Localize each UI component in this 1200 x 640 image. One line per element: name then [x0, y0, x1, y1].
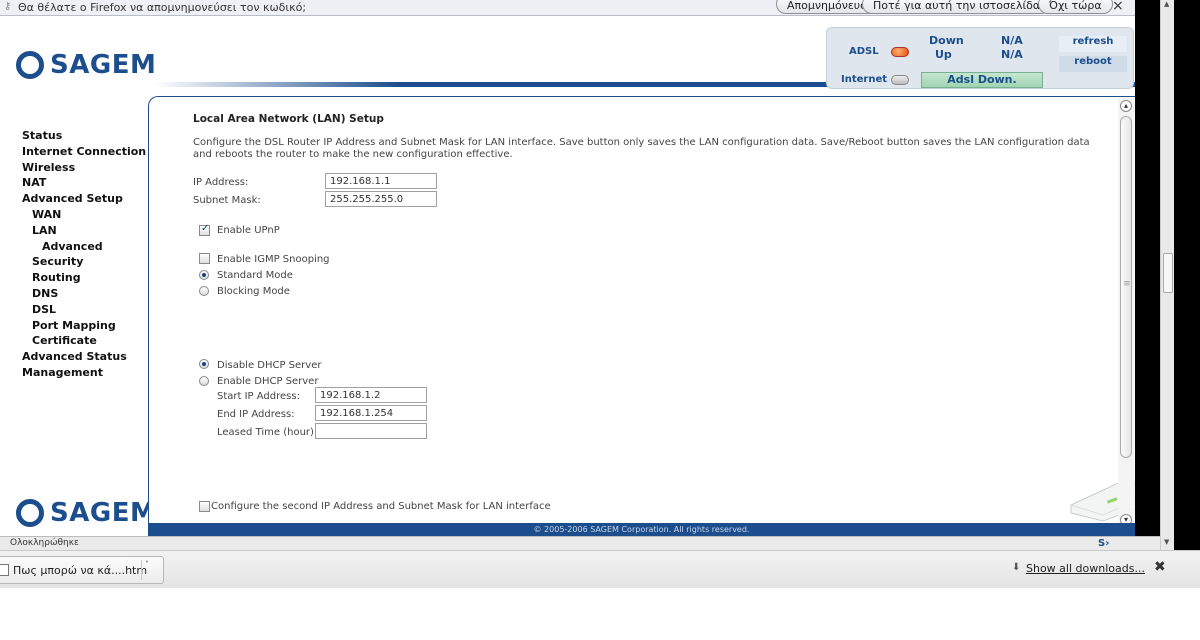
nav-item-security[interactable]: Security — [22, 254, 152, 270]
status-text: Ολοκληρώθηκε — [10, 538, 79, 548]
sagem-logo-bottom: SAGEM — [16, 498, 156, 528]
chevron-down-icon[interactable]: ˅ — [145, 560, 149, 569]
not-now-button[interactable]: Όχι τώρα — [1038, 0, 1113, 14]
nav-item-lan[interactable]: LAN — [22, 223, 152, 239]
standard-mode-radio[interactable] — [199, 270, 209, 280]
down-label: Down — [929, 34, 964, 47]
nav-item-routing[interactable]: Routing — [22, 270, 152, 286]
down-value: N/A — [1001, 34, 1023, 47]
download-arrow-icon: ⬇ — [1012, 562, 1021, 573]
adsl-label: ADSL — [849, 46, 879, 57]
show-all-downloads-link[interactable]: Show all downloads... — [1026, 562, 1145, 575]
sagem-logo-mark-icon — [16, 51, 44, 79]
window-edge — [1174, 0, 1200, 550]
leased-time-input[interactable] — [315, 423, 427, 439]
standard-mode-label: Standard Mode — [217, 270, 293, 281]
content-panel: Local Area Network (LAN) Setup Configure… — [148, 96, 1135, 526]
enable-dhcp-radio[interactable] — [199, 376, 209, 386]
sagem-logo-text: SAGEM — [50, 50, 157, 80]
leased-time-label: Leased Time (hour): — [217, 427, 318, 438]
nav-item-dns[interactable]: DNS — [22, 286, 152, 302]
sagem-logo: SAGEM — [16, 50, 156, 80]
up-value: N/A — [1001, 48, 1023, 61]
second-ip-checkbox[interactable] — [199, 501, 210, 512]
nav-item-lan-advanced[interactable]: Advanced — [22, 239, 152, 255]
never-for-site-button[interactable]: Ποτέ για αυτή την ιστοσελίδα — [862, 0, 1052, 14]
notification-message: Θα θέλατε ο Firefox να απομνημονεύσει το… — [18, 1, 307, 14]
addon-icon[interactable]: S› — [1098, 538, 1109, 549]
ip-address-label: IP Address: — [193, 177, 249, 188]
close-icon[interactable]: × — [1112, 0, 1124, 14]
key-icon: ⚷ — [4, 1, 12, 12]
reboot-button[interactable]: reboot — [1059, 56, 1127, 72]
nav-item-nat[interactable]: NAT — [22, 175, 152, 191]
scroll-down-icon[interactable]: ▼ — [1164, 538, 1169, 546]
disable-dhcp-label: Disable DHCP Server — [217, 360, 322, 371]
upnp-label: Enable UPnP — [217, 225, 280, 236]
up-label: Up — [935, 48, 952, 61]
page-scrollbar[interactable]: ▴ ▾ — [1118, 98, 1134, 530]
end-ip-label: End IP Address: — [217, 409, 295, 420]
router-page: SAGEM ADSL Down Up N/A N/A Internet Adsl… — [0, 16, 1135, 536]
nav-item-port-mapping[interactable]: Port Mapping — [22, 318, 152, 334]
nav-item-certificate[interactable]: Certificate — [22, 333, 152, 349]
page-description: Configure the DSL Router IP Address and … — [193, 137, 1090, 160]
sagem-logo-text: SAGEM — [50, 498, 157, 528]
copyright-footer: © 2005-2006 SAGEM Corporation. All right… — [148, 523, 1135, 536]
browser-scroll-thumb[interactable] — [1163, 253, 1173, 293]
internet-label: Internet — [841, 74, 888, 85]
disable-dhcp-radio[interactable] — [199, 359, 209, 369]
subnet-mask-label: Subnet Mask: — [193, 195, 261, 206]
end-ip-input[interactable] — [315, 405, 427, 421]
second-ip-label: Configure the second IP Address and Subn… — [211, 501, 551, 512]
nav-item-advanced-status[interactable]: Advanced Status — [22, 349, 152, 365]
file-icon — [0, 564, 9, 576]
start-ip-input[interactable] — [315, 387, 427, 403]
page-title: Local Area Network (LAN) Setup — [193, 113, 384, 125]
nav-item-advanced-setup[interactable]: Advanced Setup — [22, 191, 152, 207]
nav-item-wireless[interactable]: Wireless — [22, 160, 152, 176]
adsl-status-text: Adsl Down. — [921, 72, 1043, 88]
nav-item-internet-connection[interactable]: Internet Connection — [22, 144, 152, 160]
enable-dhcp-label: Enable DHCP Server — [217, 376, 319, 387]
nav-item-status[interactable]: Status — [22, 128, 152, 144]
scroll-thumb[interactable] — [1120, 116, 1132, 458]
nav-item-wan[interactable]: WAN — [22, 207, 152, 223]
nav-item-management[interactable]: Management — [22, 365, 152, 381]
close-icon[interactable]: ✖ — [1154, 559, 1166, 575]
blocking-mode-radio[interactable] — [199, 286, 209, 296]
download-shelf: Πως μπορώ να κά....htm ˅ ⬇ Show all down… — [0, 550, 1200, 588]
download-filename: Πως μπορώ να κά....htm — [13, 564, 148, 577]
sidebar-nav: Status Internet Connection Wireless NAT … — [22, 128, 152, 381]
blocking-mode-label: Blocking Mode — [217, 286, 290, 297]
browser-window: ⚷ Θα θέλατε ο Firefox να απομνημονεύσει … — [0, 0, 1200, 640]
adsl-led-icon — [891, 47, 909, 57]
sagem-logo-mark-icon — [16, 499, 44, 527]
refresh-button[interactable]: refresh — [1059, 36, 1127, 52]
download-item[interactable]: Πως μπορώ να κά....htm ˅ — [0, 556, 164, 584]
subnet-mask-input[interactable] — [325, 191, 437, 207]
ip-address-input[interactable] — [325, 173, 437, 189]
browser-scrollbar[interactable]: ▲ ▼ — [1160, 0, 1174, 550]
window-edge — [1135, 0, 1160, 550]
upnp-checkbox[interactable] — [199, 223, 210, 236]
scroll-up-icon[interactable]: ▲ — [1164, 0, 1169, 8]
connection-status-panel: ADSL Down Up N/A N/A Internet Adsl Down.… — [826, 27, 1134, 89]
start-ip-label: Start IP Address: — [217, 391, 300, 402]
password-notification-bar: ⚷ Θα θέλατε ο Firefox να απομνημονεύσει … — [0, 0, 1160, 16]
nav-item-dsl[interactable]: DSL — [22, 302, 152, 318]
igmp-snooping-checkbox[interactable] — [199, 253, 210, 264]
internet-led-icon — [891, 75, 909, 85]
igmp-snooping-label: Enable IGMP Snooping — [217, 254, 330, 265]
scroll-up-icon[interactable]: ▴ — [1120, 100, 1132, 112]
divider — [141, 560, 142, 580]
browser-status-bar: Ολοκληρώθηκε S› — [0, 536, 1160, 550]
